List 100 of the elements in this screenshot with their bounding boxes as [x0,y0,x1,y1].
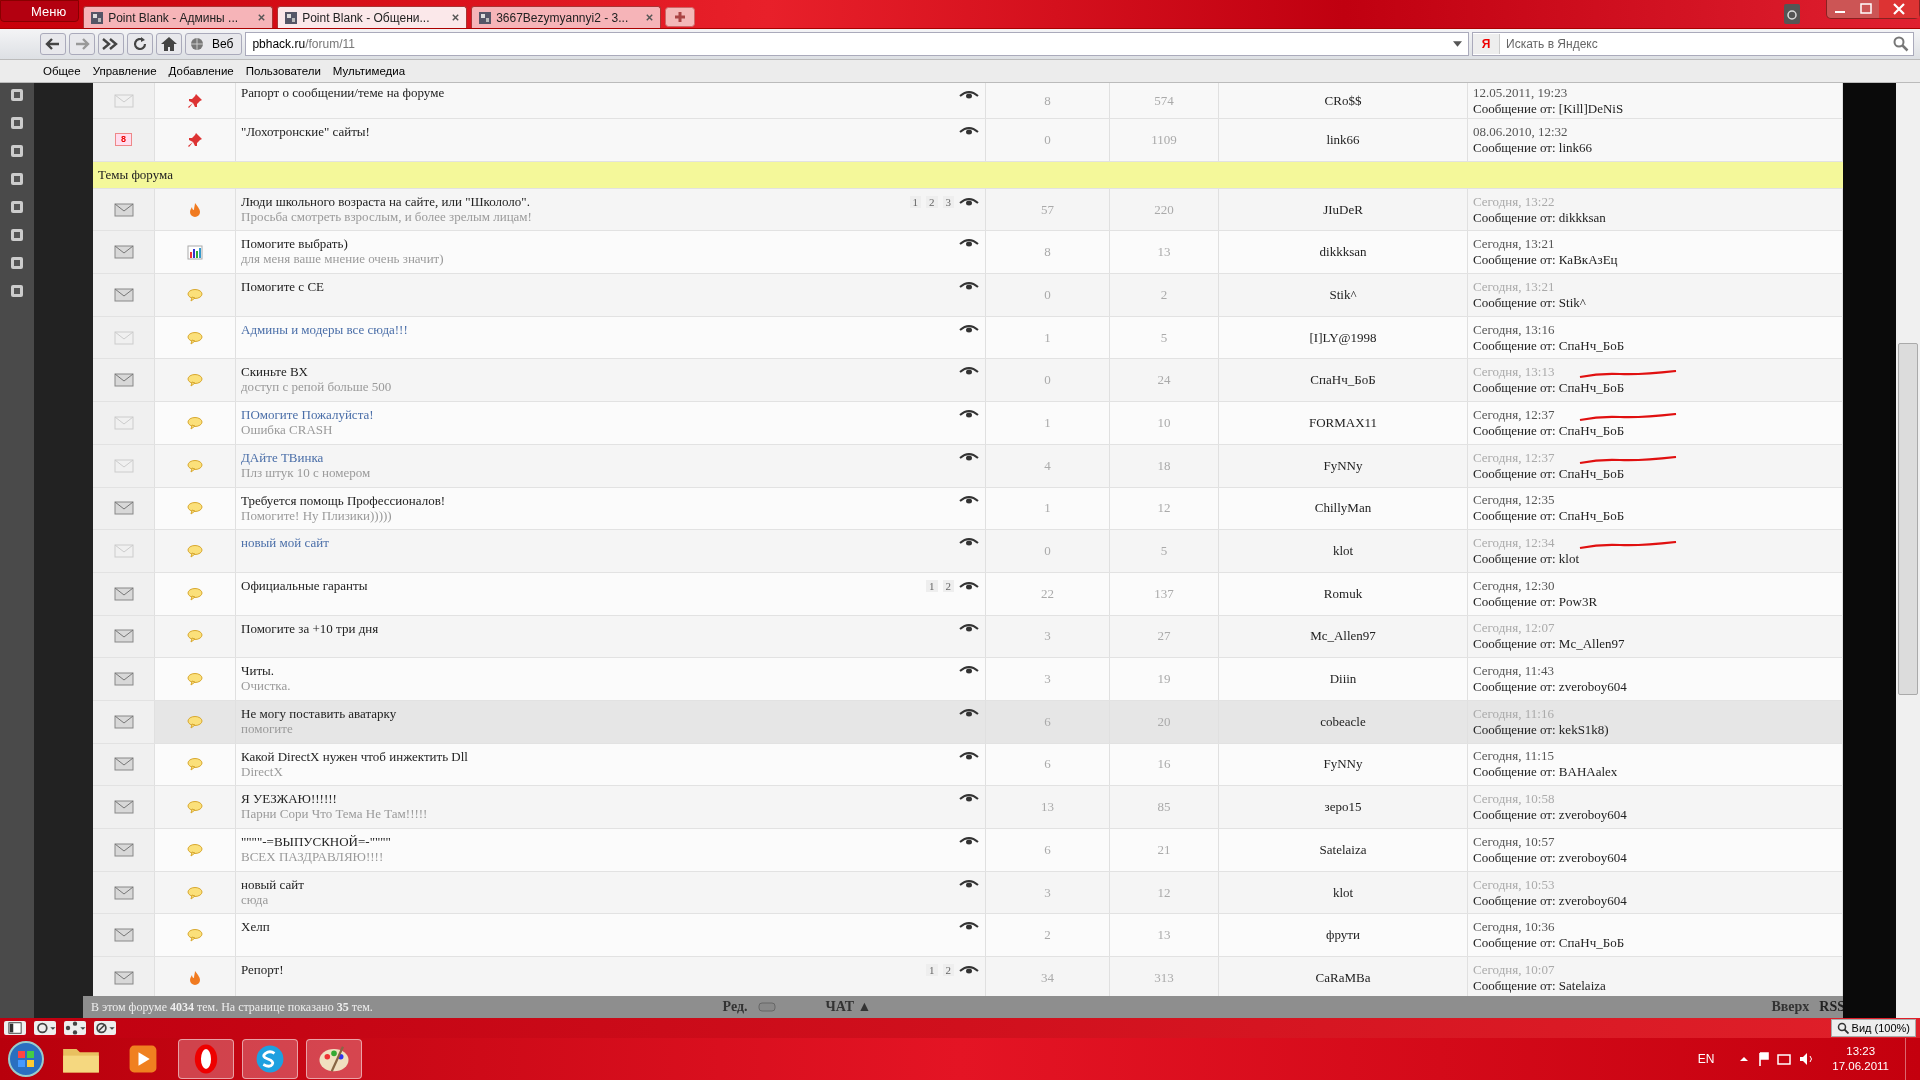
topic-link[interactable]: ДАйте ТВинка [241,449,371,465]
trash-icon[interactable] [1782,3,1802,25]
address-field[interactable]: pbhack.ru/forum/11 [245,32,1469,56]
eye-icon[interactable] [959,878,979,889]
opera-icon[interactable] [178,1039,234,1079]
topic-link[interactable]: "Лохотронские" сайты! [241,124,370,139]
topic-link[interactable]: новый сайт [241,876,304,892]
page-link[interactable]: 1 [909,195,921,208]
page-link[interactable]: 2 [942,964,954,977]
close-icon[interactable] [645,13,655,22]
panel-toggle-icon[interactable] [4,1021,26,1035]
topic-link[interactable]: Требуется помощь Профессионалов! [241,492,446,508]
eye-icon[interactable] [959,965,979,976]
author-link[interactable]: link66 [1326,131,1360,148]
page-link[interactable]: 2 [942,579,954,592]
home-icon[interactable] [156,33,182,55]
start-button[interactable] [6,1039,46,1079]
page-link[interactable]: 1 [926,964,938,977]
eye-icon[interactable] [959,793,979,804]
author-link[interactable]: Mc_Allen97 [1310,628,1376,645]
scroll-thumb[interactable] [1898,343,1918,695]
browser-tab[interactable]: Point Blank - Общени... [277,6,468,28]
scrollbar[interactable] [1896,83,1920,1018]
eye-icon[interactable] [959,281,979,292]
topic-link[interactable]: Какой DirectX нужен чтоб инжектить Dll [241,748,468,764]
author-link[interactable]: [I]LY@1998 [1309,329,1377,346]
eye-icon[interactable] [959,323,979,334]
topic-link[interactable]: Помогите выбрать) [241,236,444,252]
eye-icon[interactable] [959,238,979,249]
eye-icon[interactable] [959,707,979,718]
author-link[interactable]: CRo$$ [1324,92,1362,109]
author-link[interactable]: FORMAX11 [1308,414,1378,431]
topic-link[interactable]: Я УЕЗЖАЮ!!!!!! [241,791,428,807]
menu-item[interactable]: Добавление [168,65,234,77]
search-engine-button[interactable]: Я [1473,34,1500,54]
author-link[interactable]: FyNNy [1323,457,1363,474]
panel-icon[interactable] [9,87,25,103]
language-indicator[interactable]: EN [1697,1052,1715,1066]
page-link[interactable]: 2 [926,195,938,208]
eye-icon[interactable] [959,90,979,100]
block-icon[interactable] [94,1021,116,1035]
edit-link[interactable]: Ред. [722,999,748,1015]
eye-icon[interactable] [959,580,979,591]
eye-icon[interactable] [959,921,979,932]
topic-link[interactable]: Рапорт о сообщении/теме на форуме [241,85,445,100]
panel-icon[interactable] [9,255,25,271]
fast-forward-icon[interactable] [98,33,124,55]
top-link[interactable]: Вверх [1771,999,1810,1015]
topic-link[interactable]: Помогите с СЕ [241,279,324,295]
page-link[interactable]: 1 [926,579,938,592]
eye-icon[interactable] [959,750,979,761]
panel-icon[interactable] [9,115,25,131]
author-link[interactable]: Stik^ [1329,286,1357,303]
topic-link[interactable]: Официальные гаранты [241,577,368,593]
menu-item[interactable]: Пользователи [245,65,321,77]
page-link[interactable]: 3 [942,195,954,208]
author-link[interactable]: klot [1332,884,1354,901]
eye-icon[interactable] [959,451,979,462]
eye-icon[interactable] [959,537,979,548]
browser-tab[interactable]: 3667Bezymyannyi2 - 3... [471,6,662,28]
topic-link[interactable]: Читы. [241,663,291,679]
author-link[interactable]: Diiin [1329,671,1357,688]
eye-icon[interactable] [959,409,979,420]
reload-icon[interactable] [127,33,153,55]
menu-item[interactable]: Мультимедиа [332,65,406,77]
search-icon[interactable] [1893,36,1909,52]
new-tab-icon[interactable] [665,7,696,27]
topic-link[interactable]: новый мой сайт [241,535,329,551]
author-link[interactable]: klot [1332,543,1354,560]
paint-icon[interactable] [306,1039,362,1079]
eye-icon[interactable] [959,126,979,136]
browser-tab[interactable]: Point Blank - Админы ... [83,6,274,28]
topic-link[interactable]: Хелп [241,919,270,935]
author-link[interactable]: Romuk [1323,585,1363,602]
clock[interactable]: 13:23 17.06.2011 [1824,1044,1897,1074]
eye-icon[interactable] [959,665,979,676]
author-link[interactable]: Satelaiza [1319,841,1367,858]
topic-link[interactable]: ПОмогите Пожалуйста! [241,407,374,423]
panel-icon[interactable] [9,143,25,159]
zoom-button[interactable]: Вид (100%) [1830,1019,1916,1037]
search-field[interactable]: Я Искать в Яндекс [1472,32,1914,56]
close-icon[interactable] [1879,0,1919,18]
author-link[interactable]: FyNNy [1323,756,1363,773]
author-link[interactable]: СпаНч_БоБ [1310,372,1376,389]
sync-icon[interactable] [34,1021,56,1035]
panel-icon[interactable] [9,199,25,215]
author-link[interactable]: зеро15 [1324,799,1362,816]
menu-item[interactable]: Управление [92,65,157,77]
back-icon[interactable] [40,33,66,55]
menu-item[interactable]: Общее [43,65,81,77]
eye-icon[interactable] [959,836,979,846]
eye-icon[interactable] [959,196,979,207]
eye-icon[interactable] [959,622,979,633]
topic-link[interactable]: Не могу поставить аватарку [241,705,397,721]
share-icon[interactable] [64,1021,86,1035]
topic-link[interactable]: Люди школьного возраста на сайте, или "Школоло". [241,193,532,209]
author-link[interactable]: cobeacle [1320,713,1366,730]
author-link[interactable]: JIuDeR [1323,201,1363,218]
author-link[interactable]: фрути [1326,927,1360,944]
panel-icon[interactable] [9,227,25,243]
